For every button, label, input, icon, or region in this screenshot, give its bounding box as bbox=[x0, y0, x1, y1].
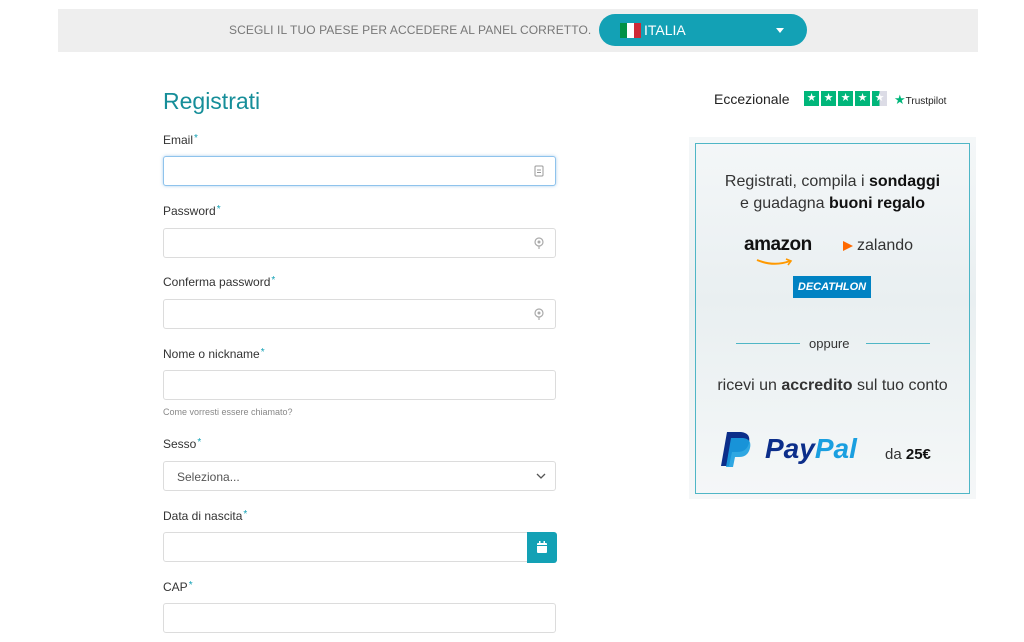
key-icon[interactable] bbox=[533, 308, 545, 320]
nickname-hint: Come vorresti essere chiamato? bbox=[163, 407, 293, 417]
birthdate-label: Data di nascita* bbox=[163, 509, 248, 523]
promo-subtext: ricevi un accredito sul tuo conto bbox=[717, 377, 948, 394]
confirm-password-label: Conferma password* bbox=[163, 275, 276, 289]
caret-down-icon bbox=[776, 28, 784, 33]
key-icon[interactable] bbox=[533, 237, 545, 249]
email-label: Email* bbox=[163, 133, 198, 147]
promo-separator: oppure bbox=[809, 336, 850, 351]
paypal-min-amount: da 25€ bbox=[885, 446, 931, 463]
required-mark: * bbox=[243, 509, 248, 520]
zalando-logo: zalando bbox=[843, 237, 913, 255]
gender-select-value: Seleziona... bbox=[177, 470, 240, 484]
paypal-logo: PayPal bbox=[765, 433, 857, 464]
password-label: Password* bbox=[163, 204, 221, 218]
divider-left bbox=[736, 343, 800, 344]
gender-label: Sesso* bbox=[163, 437, 202, 451]
calendar-button[interactable] bbox=[527, 532, 557, 563]
required-mark: * bbox=[271, 275, 276, 286]
chevron-down-icon bbox=[535, 469, 547, 481]
trustpilot-stars: ★ ★ ★ ★ ★ bbox=[804, 91, 887, 106]
nickname-field[interactable] bbox=[163, 370, 556, 400]
email-field[interactable] bbox=[163, 156, 556, 186]
required-mark: * bbox=[260, 347, 265, 358]
trustpilot-logo[interactable]: ★Trustpilot bbox=[894, 92, 946, 108]
required-mark: * bbox=[197, 437, 202, 448]
required-mark: * bbox=[216, 204, 221, 215]
country-select[interactable]: ITALIA bbox=[599, 14, 807, 46]
star-icon: ★ bbox=[838, 91, 853, 106]
star-icon: ★ bbox=[855, 91, 870, 106]
zip-field[interactable] bbox=[163, 603, 556, 633]
country-select-value: ITALIA bbox=[644, 22, 686, 38]
star-icon: ★ bbox=[821, 91, 836, 106]
trustpilot-star-icon: ★ bbox=[894, 92, 906, 107]
required-mark: * bbox=[188, 580, 193, 591]
half-star-icon: ★ bbox=[872, 91, 887, 106]
star-icon: ★ bbox=[804, 91, 819, 106]
amazon-smile-icon bbox=[756, 253, 796, 266]
zalando-mark-icon bbox=[843, 240, 853, 251]
country-prompt: SCEGLI IL TUO PAESE PER ACCEDERE AL PANE… bbox=[229, 23, 592, 37]
paypal-icon bbox=[719, 430, 753, 468]
contact-card-icon bbox=[533, 165, 545, 177]
promo-headline: Registrati, compila i sondaggi e guadagn… bbox=[724, 173, 941, 212]
password-field[interactable] bbox=[163, 228, 556, 258]
birthdate-field[interactable] bbox=[163, 532, 528, 562]
trustpilot-rating-label: Eccezionale bbox=[714, 91, 790, 107]
divider-right bbox=[866, 343, 930, 344]
decathlon-logo: DECATHLON bbox=[793, 276, 871, 298]
nickname-label: Nome o nickname* bbox=[163, 347, 265, 361]
country-bar: SCEGLI IL TUO PAESE PER ACCEDERE AL PANE… bbox=[58, 9, 978, 52]
confirm-password-field[interactable] bbox=[163, 299, 556, 329]
calendar-icon bbox=[536, 541, 548, 559]
required-mark: * bbox=[194, 133, 198, 144]
zip-label: CAP* bbox=[163, 580, 193, 594]
italy-flag-icon bbox=[620, 23, 641, 38]
gender-select[interactable]: Seleziona... bbox=[163, 461, 556, 491]
page-title: Registrati bbox=[163, 88, 261, 114]
